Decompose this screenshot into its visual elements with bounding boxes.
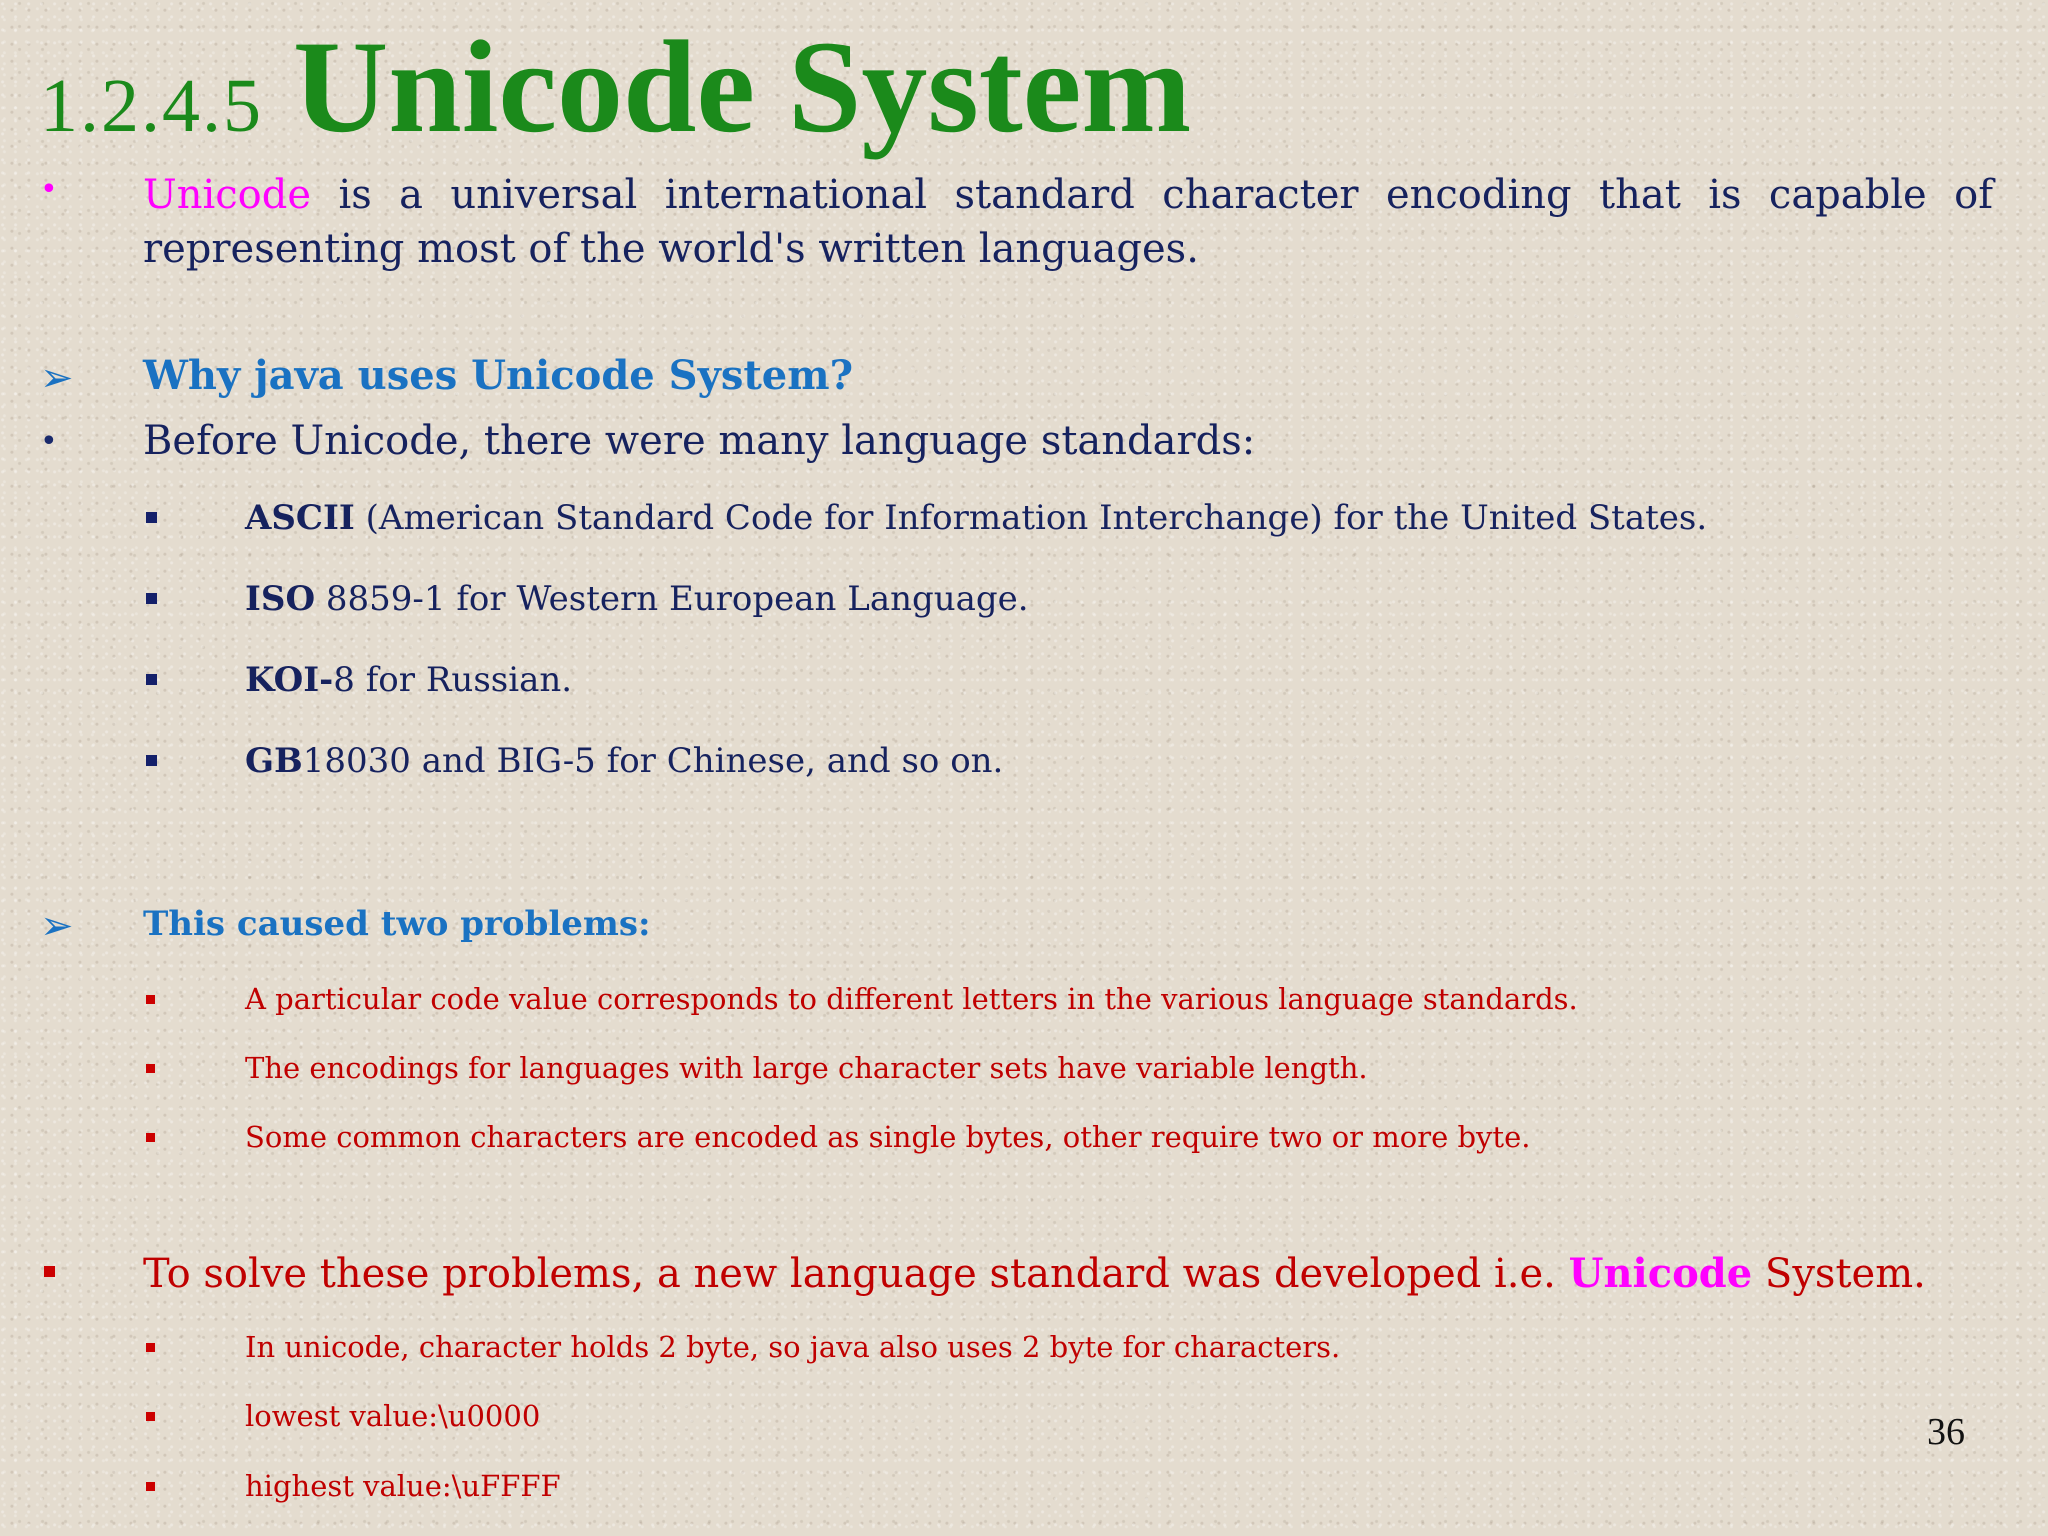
square-bullet-icon — [146, 755, 157, 766]
detail-item: highest value:\uFFFF — [245, 1469, 561, 1503]
solution-text: To solve these problems, a new language … — [143, 1250, 1926, 1297]
detail-item: lowest value:\u0000 — [245, 1399, 541, 1433]
intro-paragraph: Unicode is a universal international sta… — [143, 168, 1993, 276]
square-bullet-icon — [146, 593, 157, 604]
bullet-dot-icon: • — [40, 424, 58, 459]
arrow-bullet-icon: ➢ — [40, 903, 74, 949]
square-bullet-icon — [146, 1133, 155, 1142]
solution-highlight: Unicode — [1568, 1250, 1753, 1297]
square-bullet-icon — [146, 512, 157, 523]
square-bullet-icon — [44, 1266, 55, 1277]
square-bullet-icon — [146, 1482, 155, 1491]
section-number: 1.2.4.5 — [40, 64, 263, 148]
problem-item: The encodings for languages with large c… — [245, 1051, 1368, 1085]
before-text: Before Unicode, there were many language… — [143, 418, 1256, 464]
arrow-bullet-icon: ➢ — [40, 355, 74, 401]
problems-heading: This caused two problems: — [143, 904, 651, 944]
intro-highlight: Unicode — [143, 172, 312, 218]
square-bullet-icon — [146, 1064, 155, 1073]
square-bullet-icon — [146, 1412, 155, 1421]
square-bullet-icon — [146, 674, 157, 685]
list-item: ISO 8859-1 for Western European Language… — [245, 579, 1029, 619]
detail-item: In unicode, character holds 2 byte, so j… — [245, 1330, 1341, 1364]
square-bullet-icon — [146, 1343, 155, 1352]
title-text: Unicode System — [293, 13, 1192, 160]
problem-item: A particular code value corresponds to d… — [245, 982, 1578, 1016]
page-number: 36 — [1927, 1411, 1965, 1453]
intro-text: is a universal international standard ch… — [143, 172, 1993, 272]
bullet-dot-icon: • — [40, 172, 58, 207]
list-item: KOI-8 for Russian. — [245, 660, 573, 700]
square-bullet-icon — [146, 995, 155, 1004]
page-title: 1.2.4.5 Unicode System — [40, 10, 1191, 163]
problem-item: Some common characters are encoded as si… — [245, 1120, 1531, 1154]
why-heading: Why java uses Unicode System? — [143, 352, 854, 399]
list-item: GB18030 and BIG-5 for Chinese, and so on… — [245, 741, 1004, 781]
list-item: ASCII (American Standard Code for Inform… — [245, 498, 1708, 538]
